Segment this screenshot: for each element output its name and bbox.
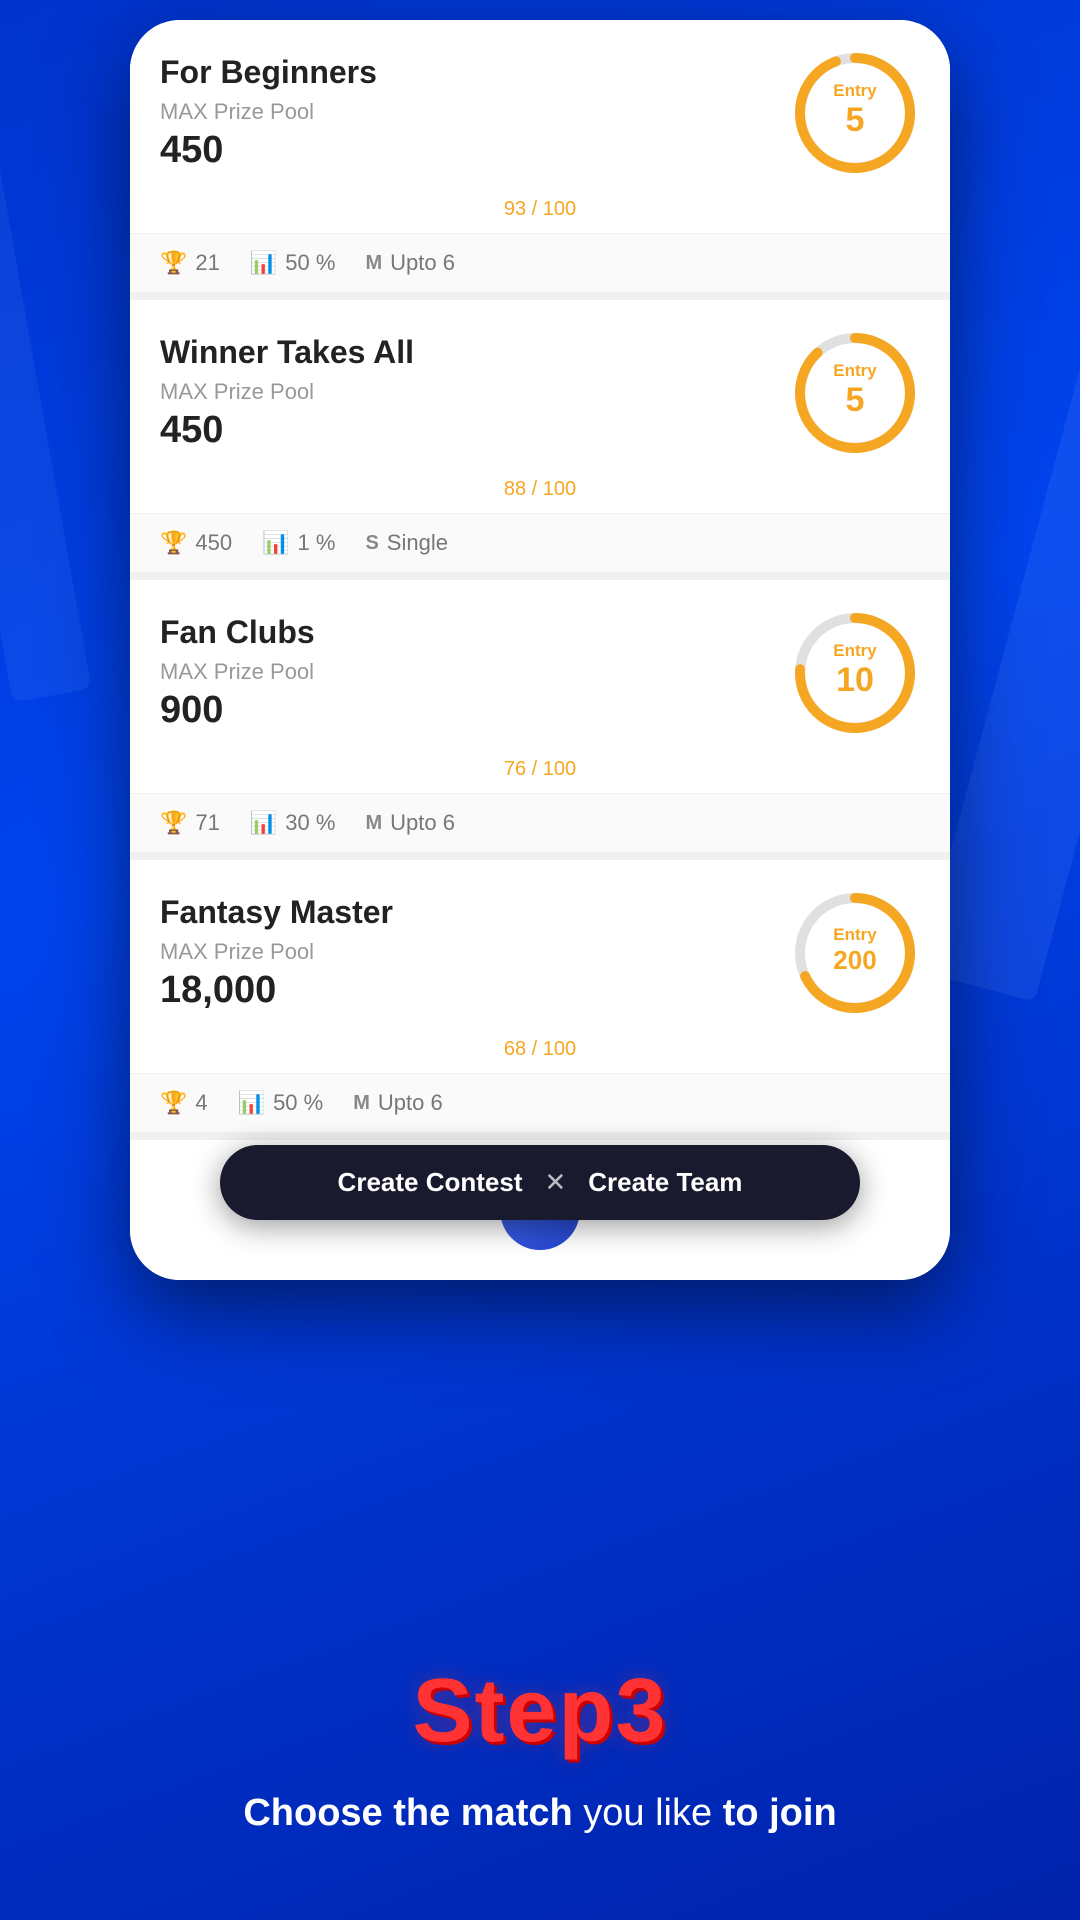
trophy-icon-f: 🏆 bbox=[160, 810, 187, 836]
stat-percent-fanclubs: 📊 30 % bbox=[250, 810, 336, 836]
step-desc-regular: you like bbox=[573, 1792, 723, 1834]
stat-trophy-value-w: 450 bbox=[195, 530, 232, 556]
stat-team-value: Upto 6 bbox=[390, 250, 455, 276]
chart-icon-f: 📊 bbox=[250, 810, 277, 836]
step-label: Step3 bbox=[412, 1660, 667, 1763]
fill-counter-beginners: 93 / 100 bbox=[130, 198, 950, 233]
entry-value-fantasy: 200 bbox=[833, 947, 876, 973]
prize-label-fantasy: MAX Prize Pool bbox=[160, 939, 770, 965]
entry-value-fanclubs: 10 bbox=[833, 663, 876, 697]
prize-label-fanclubs: MAX Prize Pool bbox=[160, 659, 770, 685]
prize-value-fantasy: 18,000 bbox=[160, 969, 770, 1012]
entry-label-beginners: Entry bbox=[833, 81, 876, 101]
step-description: Choose the match you like to join bbox=[183, 1787, 896, 1840]
stats-fanclubs: 🏆 71 📊 30 % M Upto 6 bbox=[130, 793, 950, 852]
stat-percent-beginners: 📊 50 % bbox=[250, 250, 336, 276]
contest-info-fanclubs: Fan Clubs MAX Prize Pool 900 bbox=[160, 614, 770, 732]
prize-value-beginners: 450 bbox=[160, 129, 770, 172]
step-desc-bold1: Choose the match bbox=[243, 1792, 572, 1834]
stat-trophy-beginners: 🏆 21 bbox=[160, 250, 220, 276]
stat-percent-value-w: 1 % bbox=[298, 530, 336, 556]
prize-label-beginners: MAX Prize Pool bbox=[160, 99, 770, 125]
bottom-section: Step3 Choose the match you like to join bbox=[0, 1080, 1080, 1920]
donut-fanclubs: Entry 10 bbox=[790, 608, 920, 738]
stat-team-beginners: M Upto 6 bbox=[365, 250, 455, 276]
entry-label-winner: Entry bbox=[833, 361, 876, 381]
contest-title-winner: Winner Takes All bbox=[160, 334, 770, 371]
donut-fantasy: Entry 200 bbox=[790, 888, 920, 1018]
donut-beginners: Entry 5 bbox=[790, 48, 920, 178]
multi-icon-f: M bbox=[365, 812, 382, 835]
prize-value-fanclubs: 900 bbox=[160, 689, 770, 732]
trophy-icon-w: 🏆 bbox=[160, 530, 187, 556]
contest-title-fanclubs: Fan Clubs bbox=[160, 614, 770, 651]
stat-team-winner: S Single bbox=[365, 530, 448, 556]
prize-label-winner: MAX Prize Pool bbox=[160, 379, 770, 405]
trophy-icon: 🏆 bbox=[160, 250, 187, 276]
fill-counter-fanclubs: 76 / 100 bbox=[130, 758, 950, 793]
stat-team-value-f: Upto 6 bbox=[390, 810, 455, 836]
stat-percent-value: 50 % bbox=[285, 250, 335, 276]
multi-icon: M bbox=[365, 252, 382, 275]
contest-info-winner: Winner Takes All MAX Prize Pool 450 bbox=[160, 334, 770, 452]
contest-card-winner[interactable]: Winner Takes All MAX Prize Pool 450 Entr… bbox=[130, 300, 950, 572]
prize-value-winner: 450 bbox=[160, 409, 770, 452]
contest-title-fantasy: Fantasy Master bbox=[160, 894, 770, 931]
single-icon: S bbox=[365, 532, 378, 555]
contest-card-fanclubs[interactable]: Fan Clubs MAX Prize Pool 900 Entry 10 bbox=[130, 580, 950, 852]
stat-trophy-value-f: 71 bbox=[195, 810, 219, 836]
contest-title-beginners: For Beginners bbox=[160, 54, 770, 91]
entry-label-fanclubs: Entry bbox=[833, 641, 876, 661]
chart-icon: 📊 bbox=[250, 250, 277, 276]
contest-info-beginners: For Beginners MAX Prize Pool 450 bbox=[160, 54, 770, 172]
contest-info-fantasy: Fantasy Master MAX Prize Pool 18,000 bbox=[160, 894, 770, 1012]
stat-percent-winner: 📊 1 % bbox=[262, 530, 335, 556]
contest-card-beginners[interactable]: For Beginners MAX Prize Pool 450 Entry 5 bbox=[130, 20, 950, 292]
step-desc-bold2: to join bbox=[723, 1792, 837, 1834]
chart-icon-w: 📊 bbox=[262, 530, 289, 556]
stat-percent-value-f: 30 % bbox=[285, 810, 335, 836]
entry-value-winner: 5 bbox=[833, 383, 876, 417]
entry-label-fantasy: Entry bbox=[833, 925, 876, 945]
fill-counter-winner: 88 / 100 bbox=[130, 478, 950, 513]
stat-trophy-value: 21 bbox=[195, 250, 219, 276]
donut-winner: Entry 5 bbox=[790, 328, 920, 458]
fill-counter-fantasy: 68 / 100 bbox=[130, 1038, 950, 1073]
stat-trophy-fanclubs: 🏆 71 bbox=[160, 810, 220, 836]
stats-beginners: 🏆 21 📊 50 % M Upto 6 bbox=[130, 233, 950, 292]
entry-value-beginners: 5 bbox=[833, 103, 876, 137]
stat-trophy-winner: 🏆 450 bbox=[160, 530, 232, 556]
stat-team-fanclubs: M Upto 6 bbox=[365, 810, 455, 836]
stat-team-value-w: Single bbox=[387, 530, 448, 556]
stats-winner: 🏆 450 📊 1 % S Single bbox=[130, 513, 950, 572]
